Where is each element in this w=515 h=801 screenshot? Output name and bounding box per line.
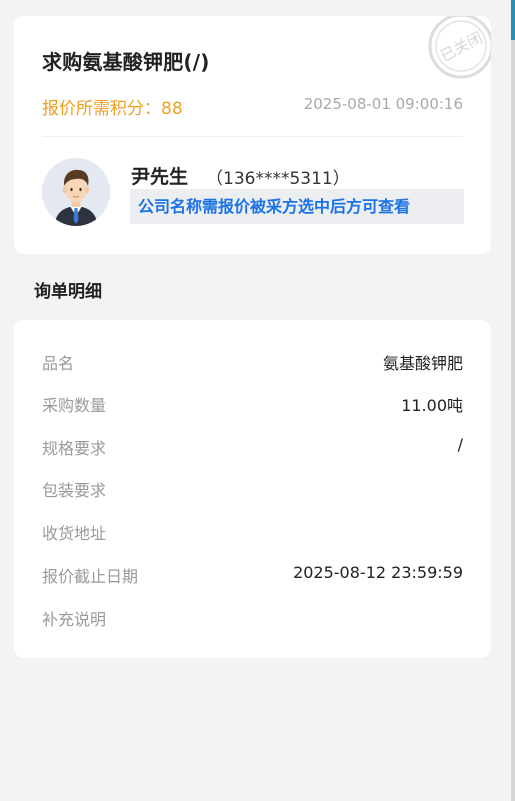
inquiry-details-card: 品名 氨基酸钾肥 采购数量 11.00吨 规格要求 / 包装要求 收货地址 报价… <box>14 320 491 658</box>
closed-stamp-text: 已关闭 <box>437 28 485 65</box>
company-visibility-notice: 公司名称需报价被采方选中后方可查看 <box>130 189 464 224</box>
detail-row-deadline: 报价截止日期 2025-08-12 23:59:59 <box>42 563 463 587</box>
detail-row-quantity: 采购数量 11.00吨 <box>42 392 463 416</box>
inquiry-title: 求购氨基酸钾肥(/) <box>42 50 210 74</box>
divider <box>42 136 463 137</box>
detail-label: 报价截止日期 <box>42 567 139 586</box>
detail-label: 采购数量 <box>42 396 107 415</box>
detail-row-packaging: 包装要求 <box>42 477 463 501</box>
inquiry-summary-card: 求购氨基酸钾肥(/) 报价所需积分：88 2025-08-01 09:00:16 <box>14 16 491 254</box>
inquiry-detail-page: 求购氨基酸钾肥(/) 报价所需积分：88 2025-08-01 09:00:16 <box>0 0 515 801</box>
detail-value: 2025-08-12 23:59:59 <box>293 563 463 582</box>
edge-scrollbar[interactable] <box>511 0 515 801</box>
contact-name: 尹先生 <box>131 166 189 188</box>
avatar <box>42 158 110 226</box>
detail-value: 11.00吨 <box>401 396 463 415</box>
points-requirement: 报价所需积分：88 <box>42 94 183 119</box>
publish-timestamp: 2025-08-01 09:00:16 <box>303 95 463 113</box>
detail-row-product-name: 品名 氨基酸钾肥 <box>42 350 463 374</box>
points-label: 报价所需积分： <box>42 99 161 119</box>
closed-stamp: 已关闭 <box>423 16 491 82</box>
detail-row-delivery-address: 收货地址 <box>42 520 463 544</box>
detail-label: 收货地址 <box>42 524 107 543</box>
detail-value: 氨基酸钾肥 <box>382 354 463 373</box>
detail-value: / <box>457 435 463 454</box>
detail-label: 包装要求 <box>42 481 107 500</box>
edge-scrollbar-thumb[interactable] <box>511 0 515 40</box>
section-title-details: 询单明细 <box>34 282 102 302</box>
detail-label: 补充说明 <box>42 610 107 629</box>
detail-label: 品名 <box>42 354 75 373</box>
detail-label: 规格要求 <box>42 439 107 458</box>
detail-row-specification: 规格要求 / <box>42 435 463 459</box>
businessman-avatar-icon <box>42 158 110 226</box>
contact-phone: （136****5311） <box>206 169 350 189</box>
points-value: 88 <box>161 99 183 119</box>
detail-row-remarks: 补充说明 <box>42 606 463 630</box>
closed-stamp-icon: 已关闭 <box>428 16 491 79</box>
